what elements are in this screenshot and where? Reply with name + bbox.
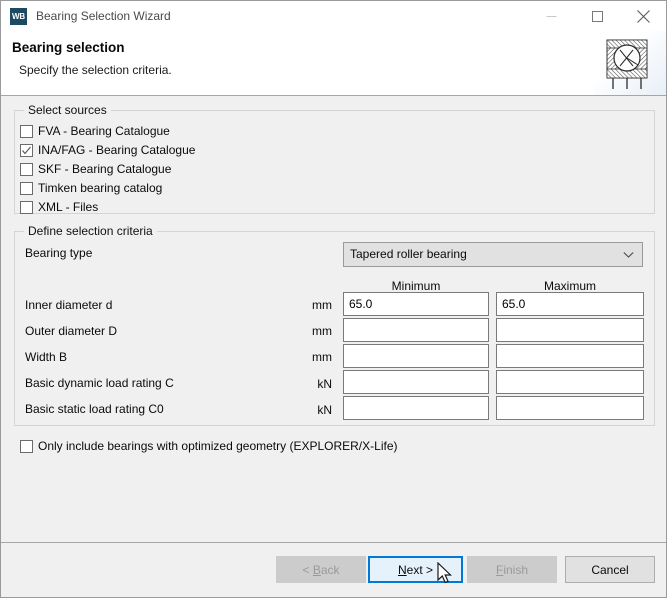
checkbox-ina-fag[interactable] xyxy=(20,143,33,157)
row-label-dynamic-load: Basic dynamic load rating C xyxy=(25,376,174,390)
back-button-label: < Back xyxy=(302,562,340,577)
column-header-minimum: Minimum xyxy=(391,279,441,293)
input-width-max[interactable] xyxy=(496,344,644,368)
dialog-body: Select sources FVA - Bearing Catalogue I… xyxy=(1,96,666,542)
checkbox-label-xml: XML - Files xyxy=(38,200,99,214)
checkbox-optimized-geometry[interactable] xyxy=(20,439,33,453)
next-button-label: Next > xyxy=(397,562,434,577)
checkbox-skf[interactable] xyxy=(20,162,33,176)
close-button[interactable] xyxy=(620,1,666,31)
input-inner-diameter-min[interactable]: 65.0 xyxy=(343,292,489,316)
row-unit-inner-diameter: mm xyxy=(312,298,332,312)
row-label-outer-diameter: Outer diameter D xyxy=(25,324,118,338)
checkbox-xml[interactable] xyxy=(20,200,33,214)
checkbox-label-ina-fag: INA/FAG - Bearing Catalogue xyxy=(38,143,196,157)
wizard-footer: < Back Next > Finish Cancel xyxy=(1,542,666,597)
finish-button-label: Finish xyxy=(495,562,529,577)
checkbox-row-fva[interactable]: FVA - Bearing Catalogue xyxy=(20,123,170,139)
wb-app-icon: WB xyxy=(10,7,27,25)
checkbox-row-timken[interactable]: Timken bearing catalog xyxy=(20,180,162,196)
window-title: Bearing Selection Wizard xyxy=(36,9,171,23)
column-header-maximum: Maximum xyxy=(543,279,596,293)
checkbox-fva[interactable] xyxy=(20,124,33,138)
checkbox-timken[interactable] xyxy=(20,181,33,195)
checkbox-row-optimized-geometry[interactable]: Only include bearings with optimized geo… xyxy=(20,438,397,454)
window-controls xyxy=(528,1,666,31)
wizard-header: Bearing selection Specify the selection … xyxy=(1,31,666,96)
checkbox-label-timken: Timken bearing catalog xyxy=(38,181,163,195)
check-icon xyxy=(22,146,31,154)
back-button[interactable]: < Back xyxy=(276,556,366,583)
input-inner-diameter-max[interactable]: 65.0 xyxy=(496,292,644,316)
cancel-button-label: Cancel xyxy=(591,562,629,577)
row-label-inner-diameter: Inner diameter d xyxy=(25,298,113,312)
input-outer-diameter-min[interactable] xyxy=(343,318,489,342)
checkbox-row-ina-fag[interactable]: INA/FAG - Bearing Catalogue xyxy=(20,142,195,158)
bearing-type-label: Bearing type xyxy=(25,246,93,260)
bearing-selection-wizard-dialog: WB Bearing Selection Wizard Bearing sele… xyxy=(0,0,667,598)
checkbox-label-fva: FVA - Bearing Catalogue xyxy=(38,124,170,138)
finish-button[interactable]: Finish xyxy=(467,556,557,583)
next-button[interactable]: Next > xyxy=(368,556,463,583)
chevron-down-icon xyxy=(623,243,634,266)
cancel-button[interactable]: Cancel xyxy=(565,556,655,583)
input-outer-diameter-max[interactable] xyxy=(496,318,644,342)
row-label-width: Width B xyxy=(25,350,68,364)
input-width-min[interactable] xyxy=(343,344,489,368)
page-subtitle: Specify the selection criteria. xyxy=(19,63,172,77)
define-criteria-legend: Define selection criteria xyxy=(24,224,157,238)
checkbox-label-skf: SKF - Bearing Catalogue xyxy=(38,162,172,176)
bearing-cross-section-icon xyxy=(594,31,666,95)
maximize-button[interactable] xyxy=(574,1,620,31)
select-sources-legend: Select sources xyxy=(24,103,111,117)
page-title: Bearing selection xyxy=(12,40,125,55)
input-static-load-min[interactable] xyxy=(343,396,489,420)
input-dynamic-load-max[interactable] xyxy=(496,370,644,394)
row-unit-static-load: kN xyxy=(317,403,332,417)
bearing-type-value: Tapered roller bearing xyxy=(350,247,467,261)
bearing-type-select[interactable]: Tapered roller bearing xyxy=(343,242,643,267)
minimize-button[interactable] xyxy=(528,1,574,31)
title-bar: WB Bearing Selection Wizard xyxy=(1,1,666,31)
row-label-static-load: Basic static load rating C0 xyxy=(25,402,164,416)
row-unit-outer-diameter: mm xyxy=(312,324,332,338)
row-unit-width: mm xyxy=(312,350,332,364)
checkbox-label-optimized-geometry: Only include bearings with optimized geo… xyxy=(38,439,398,453)
input-static-load-max[interactable] xyxy=(496,396,644,420)
checkbox-row-xml[interactable]: XML - Files xyxy=(20,199,98,215)
checkbox-row-skf[interactable]: SKF - Bearing Catalogue xyxy=(20,161,171,177)
row-unit-dynamic-load: kN xyxy=(317,377,332,391)
input-dynamic-load-min[interactable] xyxy=(343,370,489,394)
